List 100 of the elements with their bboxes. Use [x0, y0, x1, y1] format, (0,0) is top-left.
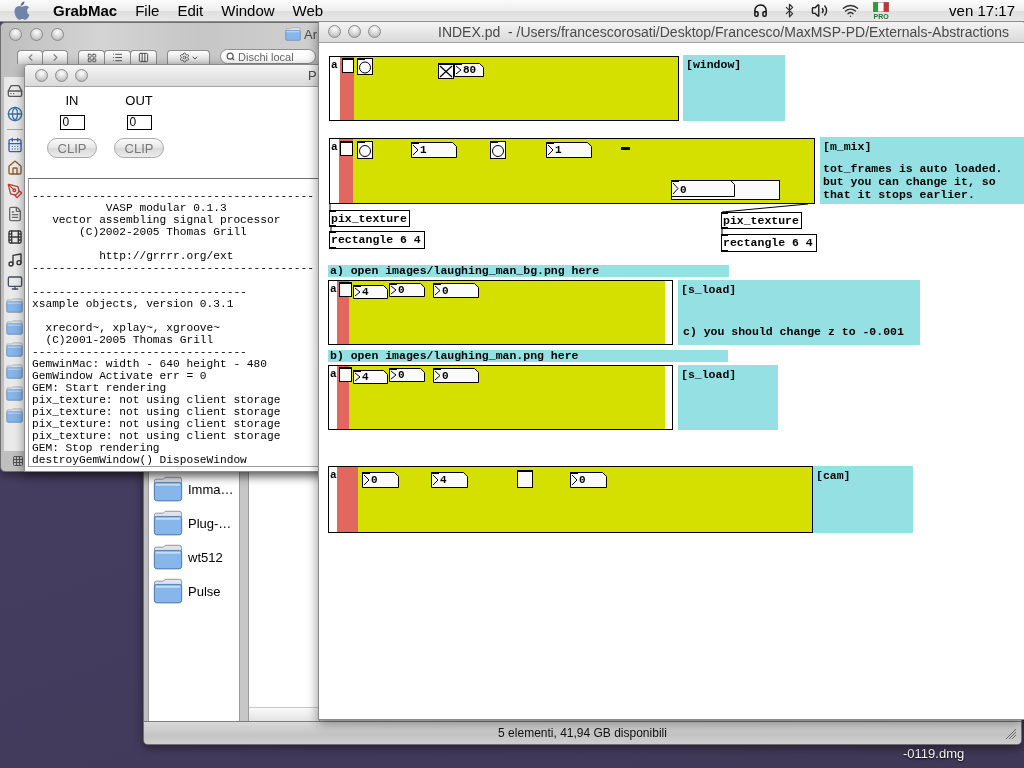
folder-icon[interactable] [6, 320, 23, 335]
toggle[interactable] [342, 58, 354, 73]
console-line: GemWindow Activate err = 0 [32, 370, 207, 382]
console-line: ------------------------------------------ [32, 262, 314, 274]
forward-button[interactable] [42, 50, 68, 64]
sidebar-item[interactable]: Pulse [149, 574, 239, 608]
folder-icon[interactable] [6, 342, 23, 357]
zoom-button[interactable] [75, 69, 88, 82]
dash-icon [621, 147, 630, 150]
sidebar-item[interactable]: Plug-… [149, 506, 239, 540]
grid-icon [86, 52, 97, 63]
number-field[interactable]: 0 [59, 115, 85, 130]
console-line: pix_texture: not using client storage [32, 430, 281, 442]
number-box[interactable]: 4 [353, 370, 388, 384]
meter-label: IN [65, 94, 79, 108]
search-field[interactable]: Dischi local [220, 49, 316, 64]
document-icon[interactable] [6, 206, 23, 222]
number-box[interactable]: 4 [431, 472, 468, 488]
horizontal-scrollbar[interactable] [249, 707, 319, 721]
number-box[interactable]: 0 [671, 180, 780, 200]
zoom-button[interactable] [368, 25, 381, 38]
canvas-label: a) open images/laughing_man_bg.png here [328, 265, 729, 277]
sidebar-item[interactable]: wt512 [149, 540, 239, 574]
console-line: VASP modular 0.1.3 [104, 202, 227, 214]
action-button[interactable] [167, 50, 210, 64]
number-box[interactable]: 1 [546, 142, 592, 158]
headphones-icon[interactable] [753, 3, 769, 18]
monitor-icon[interactable] [6, 275, 23, 291]
console-line: GEM: Stop rendering [32, 442, 160, 454]
minimize-button[interactable] [348, 25, 361, 38]
gear-icon [178, 52, 190, 63]
object-box: pix_texture [329, 210, 410, 227]
console-line: -------------------------------- [32, 346, 247, 358]
zoom-button[interactable] [51, 27, 64, 41]
column-view-button[interactable] [130, 50, 157, 64]
object-box: rectangle 6 4 [721, 234, 817, 252]
menu-item[interactable]: Edit [168, 0, 213, 21]
resize-grip-icon[interactable] [1005, 728, 1017, 740]
number-box[interactable]: 0 [389, 368, 425, 382]
number-box[interactable]: 0 [362, 472, 399, 488]
number-box[interactable]: 0 [433, 283, 479, 298]
folder-icon[interactable] [6, 386, 23, 401]
desktop-icon-label[interactable]: -0119.dmg [903, 746, 965, 761]
folder-icon [285, 27, 301, 41]
number-box[interactable]: 4 [353, 285, 388, 299]
subpatch-label: a [330, 368, 337, 380]
number-box[interactable]: 0 [570, 472, 607, 488]
minimize-button[interactable] [55, 69, 68, 82]
comment-text: tot_frames is auto loaded. but you can change it, so that it stops earlier. [823, 162, 1003, 201]
pen-tool-icon[interactable] [6, 183, 23, 199]
toggle[interactable] [339, 367, 352, 382]
meter-label: OUT [125, 94, 153, 108]
close-button[interactable] [9, 27, 22, 41]
close-button[interactable] [35, 69, 48, 82]
home-icon[interactable] [6, 160, 23, 176]
folder-icon[interactable] [6, 408, 23, 423]
number-field[interactable]: 0 [126, 115, 152, 130]
toggle[interactable] [340, 141, 353, 156]
comment-title: [window] [686, 58, 742, 71]
folder-icon [153, 509, 183, 537]
menu-item[interactable]: Web [283, 0, 333, 21]
film-icon[interactable] [6, 229, 23, 245]
console-line: -------------------------------- [32, 286, 247, 298]
calendar-icon[interactable] [6, 137, 23, 153]
number-box[interactable]: 80 [454, 63, 484, 77]
bang-button[interactable] [490, 141, 506, 159]
sidebar-item[interactable]: Imma… [149, 472, 239, 506]
comment-title: [s_load] [681, 283, 737, 296]
number-box[interactable]: 0 [389, 283, 425, 297]
hard-drive-icon[interactable] [6, 83, 23, 99]
bang-button[interactable] [357, 141, 373, 159]
menu-item[interactable]: Window [212, 0, 284, 21]
toggle[interactable] [339, 282, 352, 297]
toggle[interactable] [517, 470, 533, 488]
number-box[interactable]: 0 [433, 368, 479, 383]
app-menu[interactable]: GrabMac [44, 0, 127, 21]
volume-icon[interactable] [811, 2, 829, 19]
grid-icon[interactable] [12, 455, 24, 467]
menu-item[interactable]: File [126, 0, 169, 21]
minimize-button[interactable] [30, 27, 43, 41]
wifi-icon[interactable] [842, 2, 860, 19]
subpatch-label: a [330, 283, 337, 295]
globe-icon[interactable] [6, 106, 23, 122]
menu-clock[interactable]: ven 17:17 [949, 2, 1015, 19]
bang-button[interactable] [357, 58, 373, 75]
comment-title: [cam] [816, 469, 851, 482]
close-button[interactable] [328, 25, 341, 38]
object-box: rectangle 6 4 [329, 231, 425, 249]
list-icon [112, 52, 123, 63]
back-button[interactable] [17, 50, 43, 64]
apple-icon[interactable] [13, 1, 30, 20]
music-note-icon[interactable] [6, 252, 23, 268]
flag-icon [873, 1, 890, 12]
folder-icon[interactable] [6, 298, 23, 313]
number-box[interactable]: 1 [411, 142, 457, 158]
folder-icon[interactable] [6, 364, 23, 379]
icon-view-button[interactable] [78, 50, 105, 64]
window-title: INDEX.pd - /Users/francescorosati/Desktop/Francesco/MaxMSP-PD/Externals-Abstractions [438, 23, 1010, 40]
list-view-button[interactable] [104, 50, 131, 64]
toggle[interactable] [438, 63, 454, 79]
